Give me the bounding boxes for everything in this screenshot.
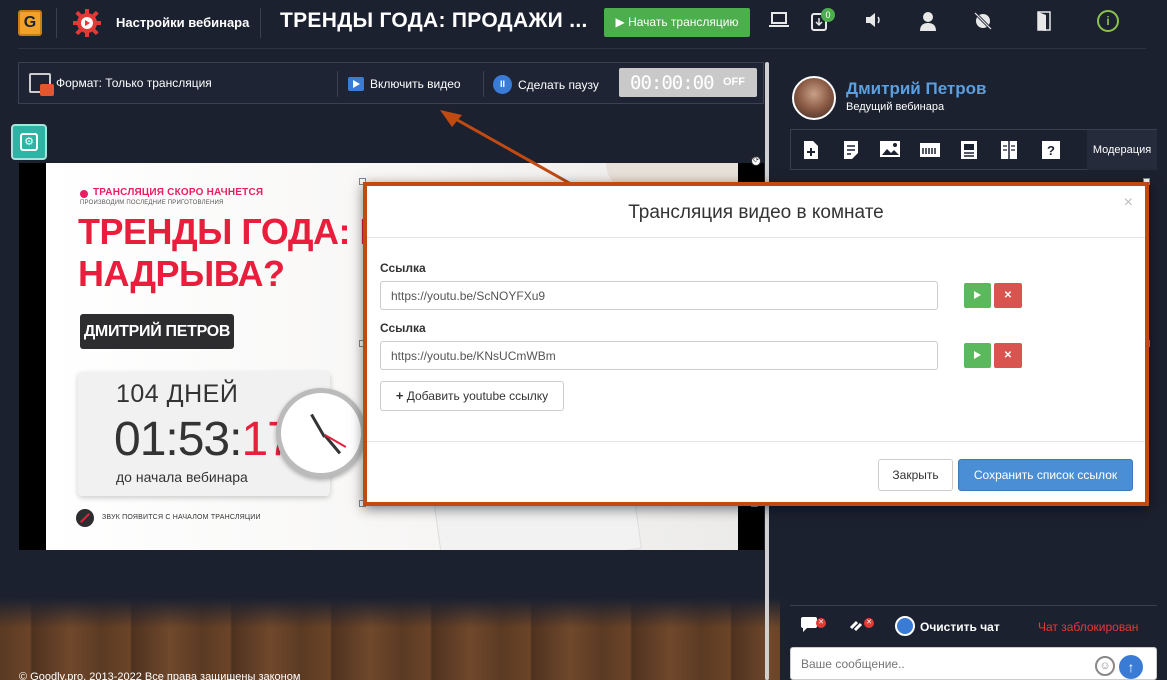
- enable-video-button[interactable]: Включить видео: [370, 77, 461, 91]
- clear-chat-icon[interactable]: [895, 616, 915, 636]
- sound-off-icon: [76, 509, 94, 527]
- timer-state: OFF: [723, 76, 745, 88]
- header-divider: [18, 48, 1146, 49]
- wall-clock-icon: [276, 388, 366, 478]
- format-icon: [29, 73, 54, 96]
- slide-sub-status: ПРОИЗВОДИМ ПОСЛЕДНИЕ ПРИГОТОВЛЕНИЯ: [80, 200, 224, 206]
- rotate-handle[interactable]: ⟳: [751, 156, 761, 166]
- gear-red-icon[interactable]: [73, 9, 101, 37]
- question-icon[interactable]: ?: [1041, 140, 1061, 160]
- add-file-icon[interactable]: [801, 140, 821, 160]
- pause-icon[interactable]: II: [493, 75, 512, 94]
- user-icon[interactable]: [917, 11, 939, 33]
- slide-settings-icon[interactable]: ⚙: [11, 124, 47, 160]
- close-icon: ✕: [816, 618, 826, 628]
- send-message-button[interactable]: ↑: [1119, 655, 1143, 679]
- laptop-icon[interactable]: [768, 11, 790, 33]
- pause-button[interactable]: Сделать паузу: [518, 78, 599, 92]
- clear-chat-button[interactable]: Очистить чат: [920, 620, 1000, 634]
- link-disable-icon[interactable]: ✕: [848, 616, 874, 636]
- divider: [483, 71, 484, 97]
- speaker-name-box: ДМИТРИЙ ПЕТРОВ: [80, 314, 234, 349]
- countdown-hms: 01:53:: [114, 413, 242, 466]
- webinar-title: ТРЕНДЫ ГОДА: ПРОДАЖИ ...: [280, 9, 588, 32]
- video-play-icon[interactable]: [348, 77, 364, 91]
- avatar[interactable]: [792, 76, 836, 120]
- door-icon[interactable]: [1033, 11, 1055, 33]
- youtube-link-input[interactable]: [380, 341, 938, 370]
- save-links-button[interactable]: Сохранить список ссылок: [958, 459, 1133, 491]
- youtube-link-input[interactable]: [380, 281, 938, 310]
- divider: [260, 8, 261, 38]
- countdown-caption: до начала вебинара: [116, 469, 248, 485]
- copyright: © Goodly.pro, 2013-2022 Все права защище…: [19, 671, 301, 680]
- video-broadcast-modal: Трансляция видео в комнате × Ссылка ✕ Сс…: [363, 182, 1149, 506]
- delete-link-button[interactable]: ✕: [994, 283, 1022, 308]
- countdown-time: 01:53:17: [114, 412, 294, 467]
- link-label: Ссылка: [380, 321, 426, 335]
- volume-icon[interactable]: [863, 11, 885, 33]
- goodly-logo[interactable]: G: [18, 10, 42, 36]
- modal-close-icon[interactable]: ×: [1124, 194, 1133, 212]
- info-icon[interactable]: i: [1097, 10, 1119, 32]
- broadcast-timer[interactable]: 00:00:00 OFF: [619, 68, 757, 97]
- chat-blocked-status[interactable]: Чат заблокирован: [1038, 620, 1138, 634]
- book-icon[interactable]: [999, 140, 1019, 160]
- divider: [367, 441, 1145, 442]
- start-broadcast-button[interactable]: ▶ Начать трансляцию: [604, 8, 750, 37]
- play-link-button[interactable]: [964, 343, 991, 368]
- start-broadcast-label: Начать трансляцию: [628, 15, 739, 29]
- timer-value: 00:00:00: [630, 72, 715, 94]
- download-count-badge: 0: [821, 8, 835, 22]
- countdown-days: 104 ДНЕЙ: [116, 380, 239, 408]
- divider: [337, 71, 338, 97]
- divider: [56, 8, 57, 38]
- settings-title[interactable]: Настройки вебинара: [116, 15, 249, 30]
- floor-background: [0, 598, 780, 680]
- top-bar: G Настройки вебинара ТРЕНДЫ ГОДА: ПРОДАЖ…: [0, 0, 1167, 46]
- modal-title: Трансляция видео в комнате: [628, 202, 884, 223]
- link-label: Ссылка: [380, 261, 426, 275]
- host-name: Дмитрий Петров: [846, 79, 987, 98]
- host-role: Ведущий вебинара: [846, 101, 945, 113]
- add-link-label: Добавить youtube ссылку: [406, 389, 549, 403]
- sound-note: ЗВУК ПОЯВИТСЯ С НАЧАЛОМ ТРАНСЛЯЦИИ: [102, 514, 261, 521]
- no-effects-icon[interactable]: [972, 11, 994, 33]
- record-dot-icon: [80, 190, 88, 198]
- timer-icon[interactable]: [919, 140, 940, 160]
- play-link-button[interactable]: [964, 283, 991, 308]
- document-icon[interactable]: [841, 140, 861, 160]
- delete-link-button[interactable]: ✕: [994, 343, 1022, 368]
- tab-moderation[interactable]: Модерация: [1087, 130, 1157, 170]
- image-icon[interactable]: [879, 140, 900, 160]
- svg-text:?: ?: [1047, 143, 1055, 158]
- close-button[interactable]: Закрыть: [878, 459, 953, 491]
- chat-toolbar: ✕ ✕ Очистить чат Чат заблокирован: [790, 605, 1157, 647]
- broadcast-control-bar: Формат: Только трансляция Включить видео…: [18, 62, 764, 104]
- format-label[interactable]: Формат: Только трансляция: [56, 76, 212, 90]
- slide-status: ТРАНСЛЯЦИЯ СКОРО НАЧНЕТСЯ: [93, 187, 264, 198]
- add-youtube-link-button[interactable]: + Добавить youtube ссылку: [380, 381, 564, 411]
- divider: [367, 237, 1145, 238]
- presentation-icon[interactable]: [959, 140, 979, 160]
- close-icon: ✕: [864, 618, 874, 628]
- content-toolbar: ? Модерация: [790, 129, 1157, 170]
- emoji-icon[interactable]: ☺: [1095, 656, 1115, 676]
- chat-disable-icon[interactable]: ✕: [800, 616, 826, 636]
